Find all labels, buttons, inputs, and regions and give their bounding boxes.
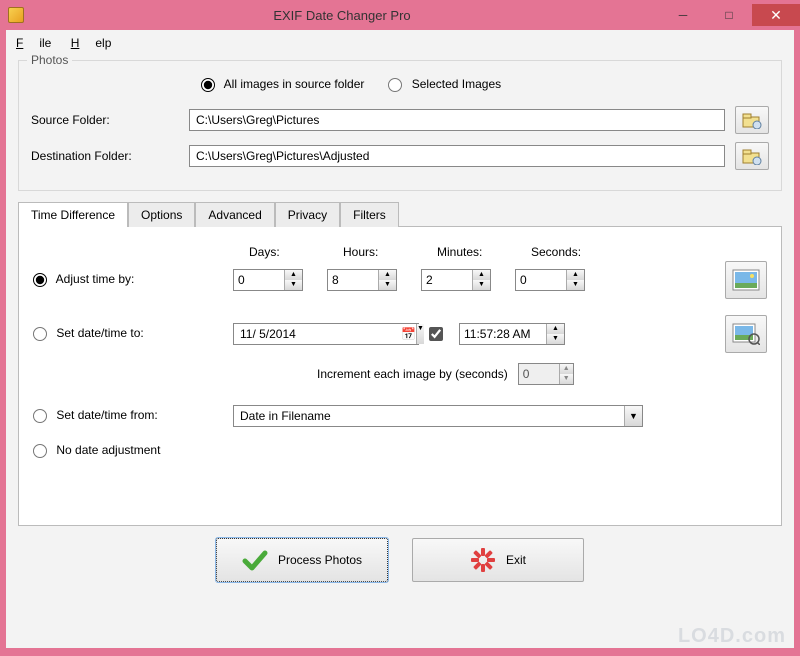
set-from-value: Date in Filename: [234, 407, 624, 425]
tabstrip: Time Difference Options Advanced Privacy…: [18, 201, 782, 226]
spinner-up-icon[interactable]: ▲: [567, 270, 584, 280]
hours-label: Hours:: [343, 245, 413, 259]
check-icon: [242, 547, 268, 573]
radio-all-images-label: All images in source folder: [224, 77, 365, 91]
tabpanel-time-difference: Days: Hours: Minutes: Seconds: Adjust ti…: [18, 226, 782, 526]
source-folder-label: Source Folder:: [31, 113, 189, 127]
radio-selected-images-label: Selected Images: [412, 77, 501, 91]
exit-icon: [470, 547, 496, 573]
spinner-up-icon[interactable]: ▲: [379, 270, 396, 280]
folder-icon: [742, 147, 762, 165]
tab-time-difference[interactable]: Time Difference: [18, 202, 128, 227]
bottom-buttons: Process Photos: [6, 538, 794, 582]
photos-legend: Photos: [27, 53, 72, 67]
menu-file[interactable]: File: [16, 36, 51, 50]
radio-all-images[interactable]: All images in source folder: [201, 77, 364, 92]
source-browse-button[interactable]: [735, 106, 769, 134]
radio-set-date-time-to[interactable]: Set date/time to:: [33, 326, 144, 341]
hours-value[interactable]: [328, 270, 378, 290]
days-spinner[interactable]: ▲▼: [233, 269, 303, 291]
radio-no-date-adjustment-label: No date adjustment: [56, 443, 160, 457]
preview-image-button-2[interactable]: [725, 315, 767, 353]
window-title: EXIF Date Changer Pro: [24, 8, 660, 23]
time-value[interactable]: [460, 324, 546, 344]
dest-browse-button[interactable]: [735, 142, 769, 170]
minutes-spinner[interactable]: ▲▼: [421, 269, 491, 291]
days-value[interactable]: [234, 270, 284, 290]
process-photos-button[interactable]: Process Photos: [216, 538, 388, 582]
app-icon: [8, 7, 24, 23]
picture-icon: [732, 269, 760, 291]
tab-options[interactable]: Options: [128, 202, 195, 227]
seconds-label: Seconds:: [531, 245, 601, 259]
spinner-down-icon[interactable]: ▼: [560, 374, 573, 384]
increment-label: Increment each image by (seconds): [317, 367, 508, 381]
exit-button[interactable]: Exit: [412, 538, 584, 582]
watermark: LO4D.com: [678, 625, 786, 648]
tab-privacy[interactable]: Privacy: [275, 202, 340, 227]
client-area: File Help Photos All images in source fo…: [6, 30, 794, 648]
time-spinner[interactable]: ▲▼: [459, 323, 565, 345]
days-label: Days:: [249, 245, 319, 259]
dest-folder-input[interactable]: [189, 145, 725, 167]
spinner-up-icon[interactable]: ▲: [285, 270, 302, 280]
calendar-icon[interactable]: 📅: [401, 327, 416, 341]
radio-no-date-adjustment-input[interactable]: [33, 444, 47, 458]
increment-spinner[interactable]: ▲▼: [518, 363, 574, 385]
source-folder-input[interactable]: [189, 109, 725, 131]
radio-selected-images[interactable]: Selected Images: [388, 77, 501, 92]
tabs-container: Time Difference Options Advanced Privacy…: [18, 201, 782, 526]
radio-set-date-time-from-label: Set date/time from:: [56, 408, 157, 422]
spinner-up-icon[interactable]: ▲: [560, 364, 573, 374]
set-from-combo[interactable]: Date in Filename ▼: [233, 405, 643, 427]
chevron-down-icon[interactable]: ▼: [624, 406, 642, 426]
radio-all-images-input[interactable]: [201, 78, 215, 92]
minimize-button[interactable]: ─: [660, 4, 706, 26]
minutes-value[interactable]: [422, 270, 472, 290]
spinner-down-icon[interactable]: ▼: [547, 334, 564, 344]
date-picker[interactable]: 📅 ▼: [233, 323, 419, 345]
maximize-button[interactable]: □: [706, 4, 752, 26]
picture-magnify-icon: [732, 323, 760, 345]
spinner-up-icon[interactable]: ▲: [473, 270, 490, 280]
titlebar[interactable]: EXIF Date Changer Pro ─ □ ✕: [0, 0, 800, 30]
date-value[interactable]: [234, 325, 401, 343]
preview-image-button-1[interactable]: [725, 261, 767, 299]
spinner-up-icon[interactable]: ▲: [547, 324, 564, 334]
radio-adjust-time[interactable]: Adjust time by:: [33, 272, 134, 287]
radio-no-date-adjustment[interactable]: No date adjustment: [33, 443, 160, 458]
radio-set-date-time-to-label: Set date/time to:: [56, 326, 143, 340]
radio-set-date-time-from-input[interactable]: [33, 409, 47, 423]
spinner-down-icon[interactable]: ▼: [285, 280, 302, 290]
spinner-down-icon[interactable]: ▼: [473, 280, 490, 290]
window-frame: EXIF Date Changer Pro ─ □ ✕ File Help Ph…: [0, 0, 800, 656]
spinner-down-icon[interactable]: ▼: [567, 280, 584, 290]
close-button[interactable]: ✕: [752, 4, 800, 26]
radio-adjust-time-label: Adjust time by:: [56, 272, 135, 286]
increment-value: [519, 364, 559, 384]
tab-advanced[interactable]: Advanced: [195, 202, 274, 227]
photos-groupbox: Photos All images in source folder Selec…: [18, 60, 782, 191]
exit-label: Exit: [506, 553, 526, 567]
menu-help[interactable]: Help: [71, 36, 112, 50]
folder-icon: [742, 111, 762, 129]
seconds-spinner[interactable]: ▲▼: [515, 269, 585, 291]
radio-adjust-time-input[interactable]: [33, 273, 47, 287]
spinner-down-icon[interactable]: ▼: [379, 280, 396, 290]
hours-spinner[interactable]: ▲▼: [327, 269, 397, 291]
dest-folder-label: Destination Folder:: [31, 149, 189, 163]
process-photos-label: Process Photos: [278, 553, 362, 567]
menubar: File Help: [6, 30, 794, 56]
minutes-label: Minutes:: [437, 245, 507, 259]
seconds-value[interactable]: [516, 270, 566, 290]
radio-set-date-time-to-input[interactable]: [33, 327, 47, 341]
radio-selected-images-input[interactable]: [388, 78, 402, 92]
time-enabled-checkbox[interactable]: [429, 327, 443, 341]
radio-set-date-time-from[interactable]: Set date/time from:: [33, 408, 158, 423]
tab-filters[interactable]: Filters: [340, 202, 399, 227]
